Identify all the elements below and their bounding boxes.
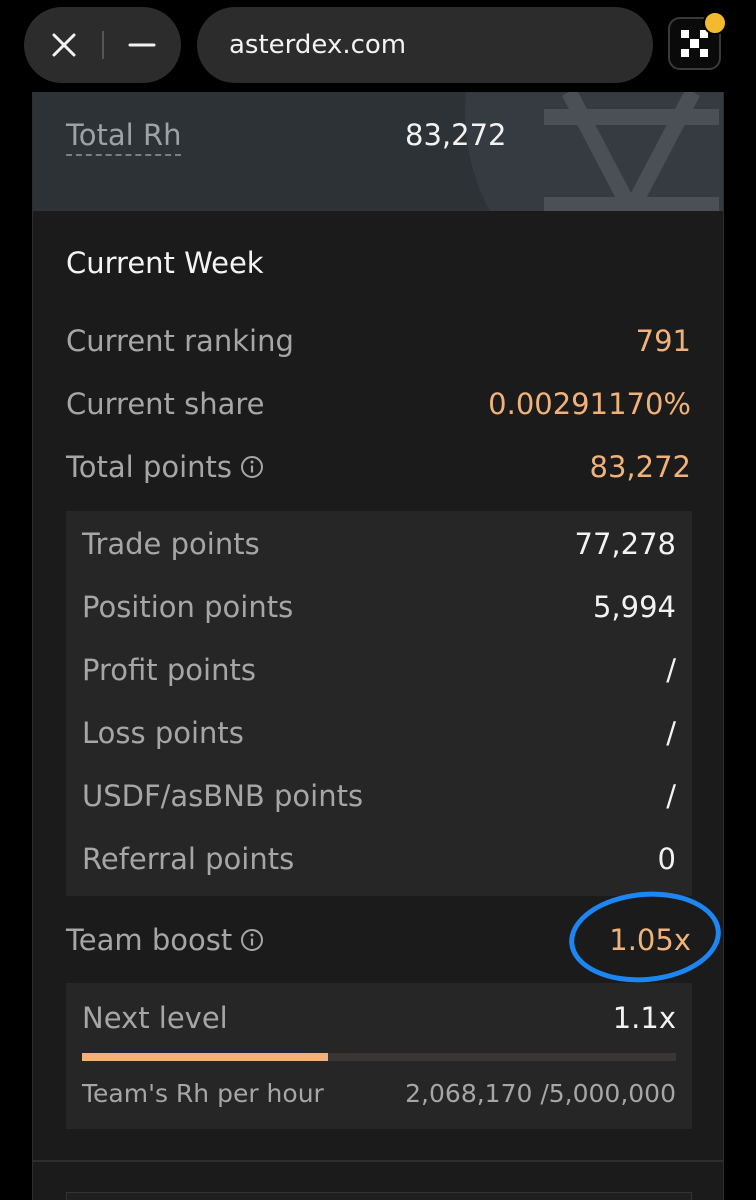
url-text: asterdex.com	[229, 30, 407, 60]
current-ranking-value: 791	[635, 324, 691, 358]
breakdown-value: 5,994	[592, 590, 676, 624]
current-share-value: 0.00291170%	[488, 387, 691, 421]
team-rh-progress-bar	[82, 1053, 676, 1061]
info-icon[interactable]	[240, 455, 264, 479]
aster-logo-watermark-icon	[544, 92, 719, 211]
breakdown-row: USDF/asBNB points /	[82, 779, 676, 819]
breakdown-label: Position points	[82, 590, 294, 624]
points-breakdown: Trade points 77,278 Position points 5,99…	[66, 511, 692, 896]
next-level-label: Next level	[82, 1001, 228, 1035]
bnb-badge-icon	[703, 11, 727, 35]
current-ranking-row: Current ranking 791	[66, 324, 691, 364]
total-points-label-group: Total points	[66, 450, 264, 484]
team-rh-label: Team's Rh per hour	[82, 1079, 324, 1108]
team-rh-progress-fill	[82, 1053, 328, 1061]
total-points-value: 83,272	[589, 450, 691, 484]
total-rh-label[interactable]: Total Rh	[66, 118, 182, 156]
browser-toolbar: asterdex.com	[0, 0, 756, 92]
total-rh-value: 83,272	[405, 118, 507, 152]
breakdown-value: /	[666, 653, 676, 687]
window-controls	[24, 7, 181, 83]
controls-divider	[102, 31, 104, 59]
points-panel: Total Rh 83,272 Current Week Current ran…	[32, 92, 725, 1200]
team-rh-value: 2,068,170 /5,000,000	[405, 1079, 676, 1108]
team-boost-label: Team boost	[66, 923, 233, 957]
breakdown-row: Profit points /	[82, 653, 676, 693]
current-share-label: Current share	[66, 387, 265, 421]
breakdown-label: Loss points	[82, 716, 244, 750]
total-points-label: Total points	[66, 450, 233, 484]
current-ranking-label: Current ranking	[66, 324, 294, 358]
address-bar[interactable]: asterdex.com	[197, 7, 653, 83]
breakdown-value: 77,278	[574, 527, 676, 561]
breakdown-value: /	[666, 779, 676, 813]
total-rh-card: Total Rh 83,272	[33, 92, 723, 211]
breakdown-row: Referral points 0	[82, 842, 676, 882]
total-points-row: Total points 83,272	[66, 450, 691, 490]
next-section-card	[66, 1192, 692, 1200]
breakdown-value: 0	[657, 842, 676, 876]
current-week-title: Current Week	[66, 246, 264, 280]
close-icon	[52, 33, 76, 57]
minimize-icon	[128, 43, 156, 47]
next-level-card: Next level 1.1x Team's Rh per hour 2,068…	[66, 983, 692, 1129]
hand-drawn-circle-annotation	[565, 885, 725, 989]
breakdown-label: Referral points	[82, 842, 295, 876]
breakdown-row: Loss points /	[82, 716, 676, 756]
current-share-row: Current share 0.00291170%	[66, 387, 691, 427]
team-boost-label-group: Team boost	[66, 923, 264, 957]
next-level-value: 1.1x	[612, 1001, 676, 1035]
breakdown-value: /	[666, 716, 676, 750]
close-button[interactable]	[42, 7, 86, 83]
breakdown-label: Profit points	[82, 653, 256, 687]
info-icon[interactable]	[240, 928, 264, 952]
section-divider	[33, 1160, 723, 1162]
wallet-button[interactable]	[668, 11, 727, 70]
breakdown-label: USDF/asBNB points	[82, 779, 364, 813]
minimize-button[interactable]	[120, 7, 164, 83]
breakdown-row: Trade points 77,278	[82, 527, 676, 567]
breakdown-row: Position points 5,994	[82, 590, 676, 630]
breakdown-label: Trade points	[82, 527, 260, 561]
